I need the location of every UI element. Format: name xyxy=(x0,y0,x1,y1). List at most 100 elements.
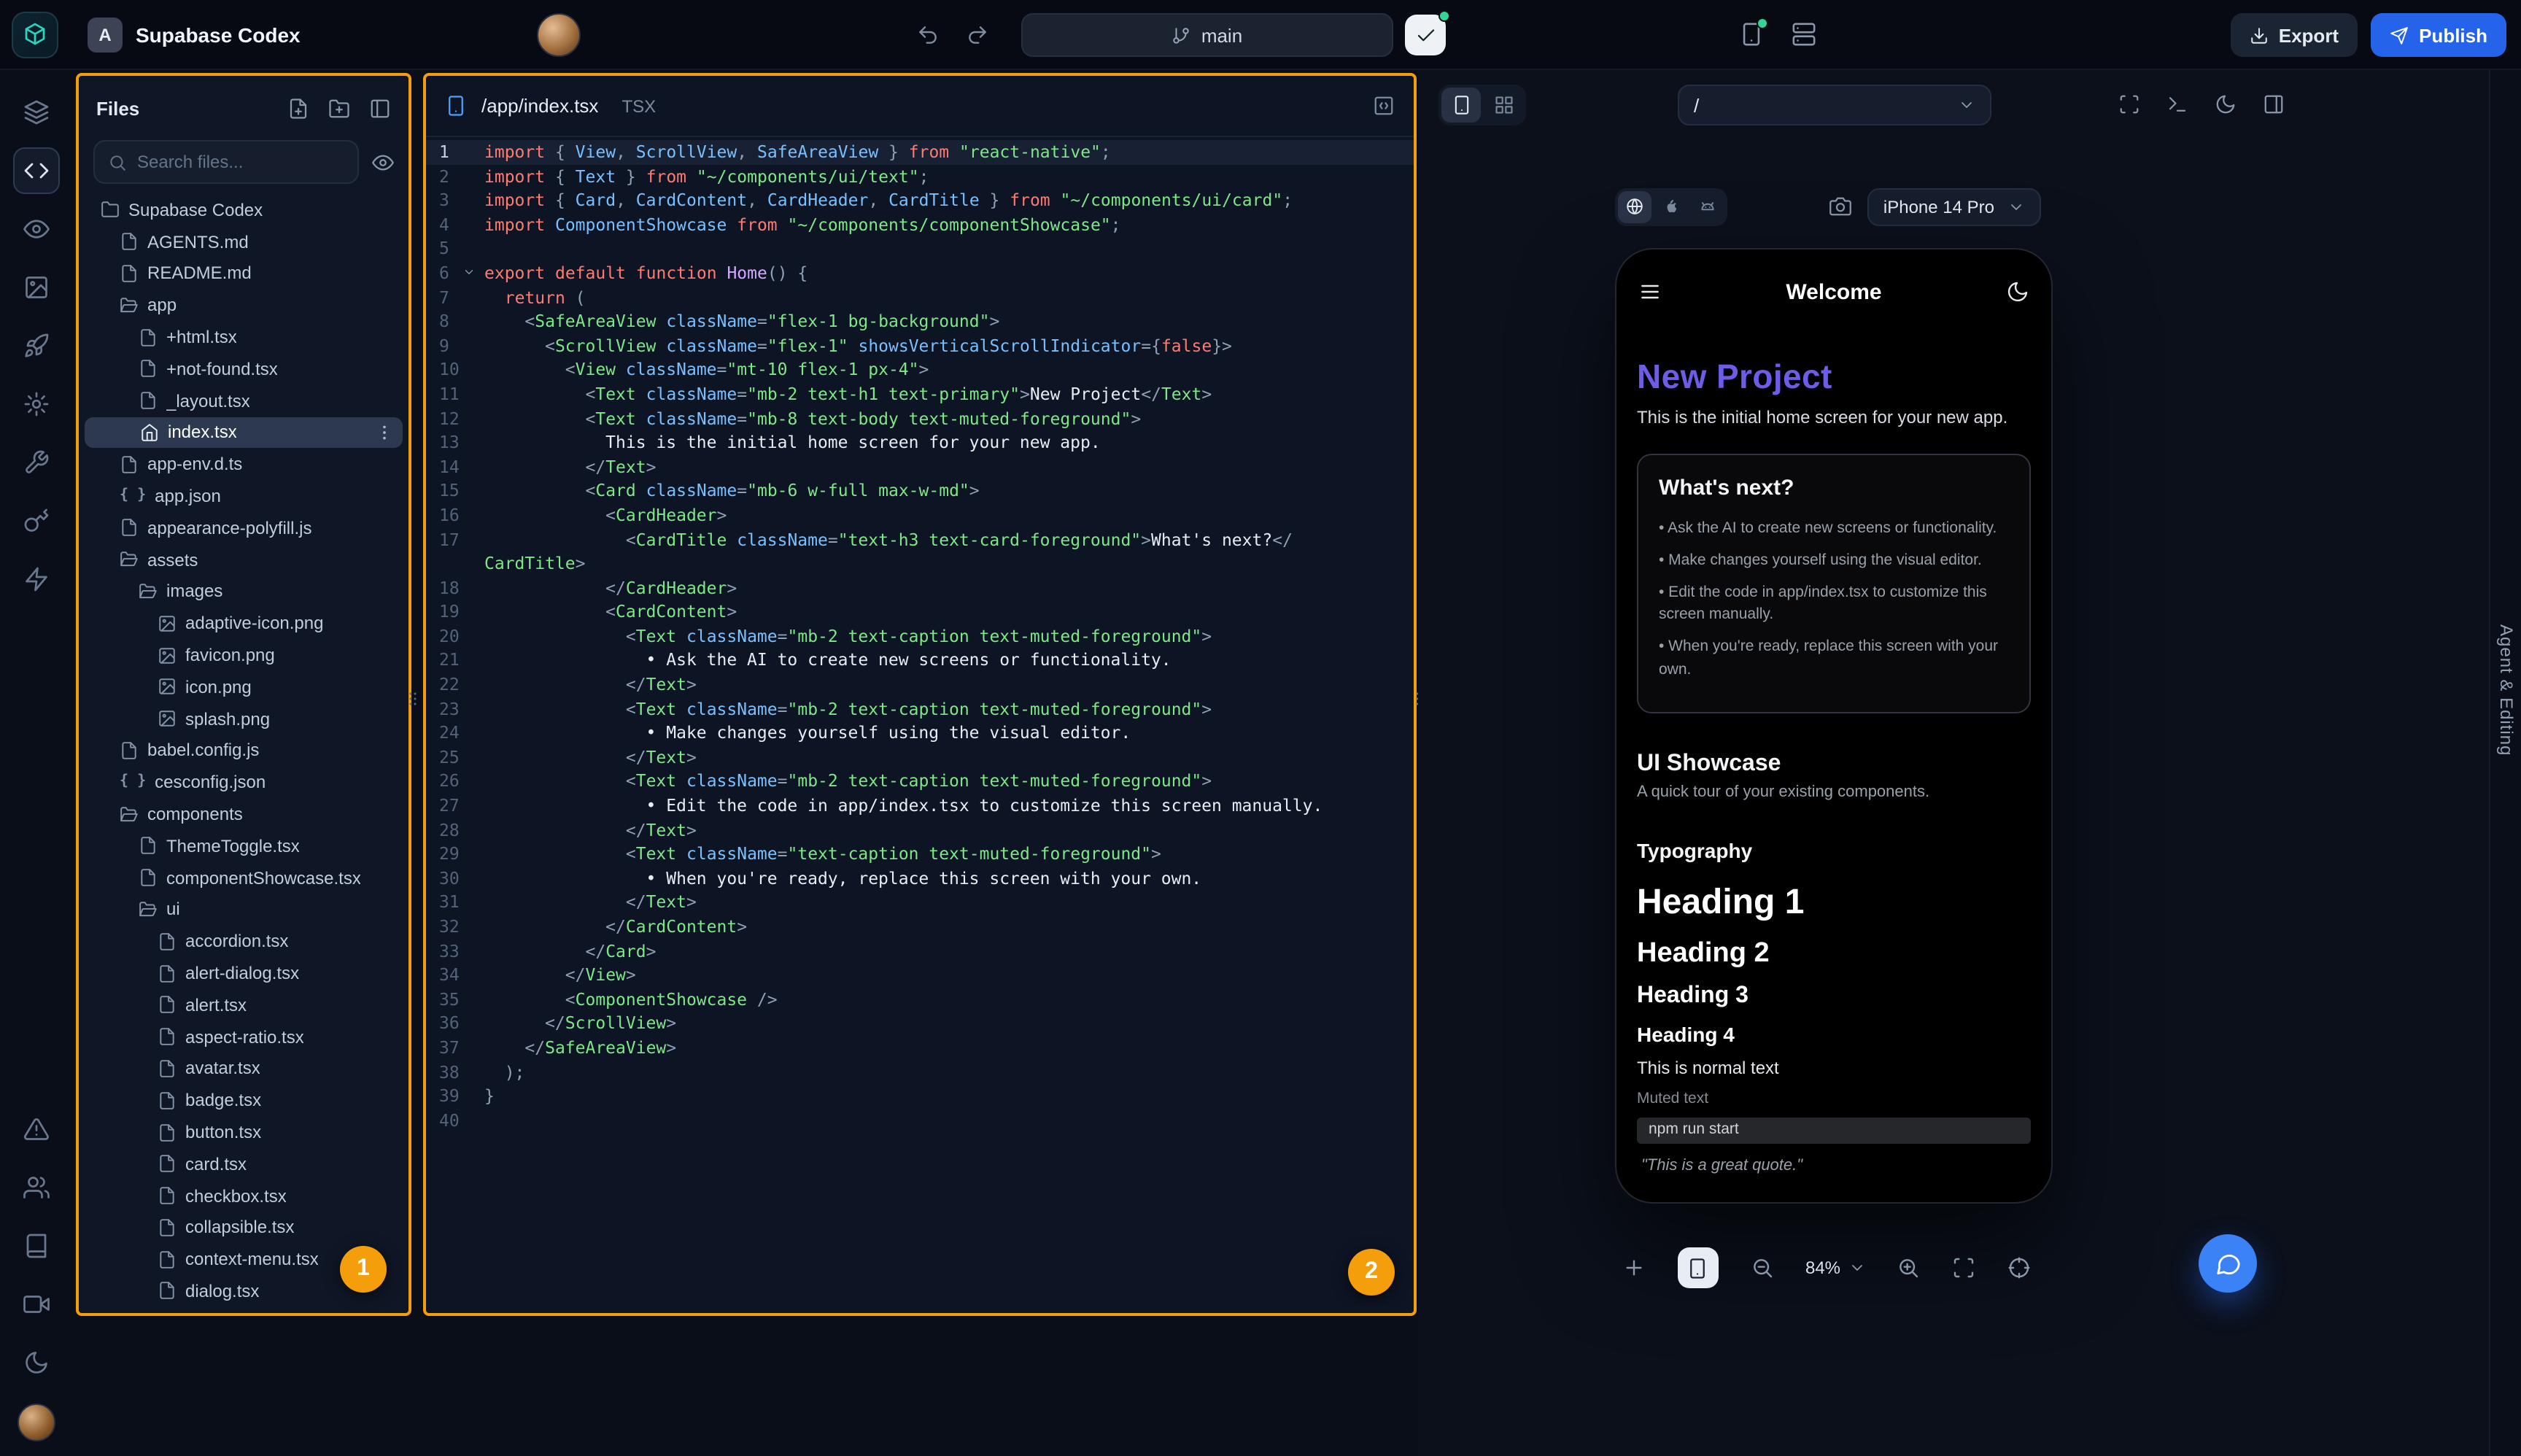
fold-chevron-icon[interactable] xyxy=(462,266,476,279)
code-line[interactable]: 34 </View> xyxy=(426,963,1414,987)
file-tree-item[interactable]: app xyxy=(79,290,408,322)
code-line[interactable]: 4import ComponentShowcase from "~/compon… xyxy=(426,213,1414,237)
file-tree-item[interactable]: adaptive-icon.png xyxy=(79,608,408,640)
file-tree-item[interactable]: avatar.tsx xyxy=(79,1053,408,1085)
code-line[interactable]: 26 <Text className="mb-2 text-caption te… xyxy=(426,770,1414,794)
code-line[interactable]: 27 • Edit the code in app/index.tsx to c… xyxy=(426,794,1414,818)
code-line[interactable]: 19 <CardContent> xyxy=(426,600,1414,624)
android-platform-button[interactable] xyxy=(1691,190,1724,222)
branch-selector[interactable]: main xyxy=(1021,13,1393,57)
file-tree-item[interactable]: { }app.json xyxy=(79,480,408,512)
code-line[interactable]: 40 xyxy=(426,1109,1414,1133)
code-line[interactable]: 21 • Ask the AI to create new screens or… xyxy=(426,648,1414,673)
phone-view-button[interactable] xyxy=(1441,88,1481,123)
collapse-right-panel-icon[interactable] xyxy=(2263,93,2285,115)
device-select[interactable]: iPhone 14 Pro xyxy=(1867,187,2041,225)
code-line[interactable]: 35 <ComponentShowcase /> xyxy=(426,988,1414,1012)
code-line[interactable]: 29 <Text className="text-caption text-mu… xyxy=(426,842,1414,866)
screenshot-icon[interactable] xyxy=(1829,195,1851,217)
code-line[interactable]: 13 This is the initial home screen for y… xyxy=(426,430,1414,454)
app-logo-icon[interactable] xyxy=(12,12,58,58)
agent-editing-strip[interactable]: Agent & Editing xyxy=(2489,70,2521,1456)
route-selector[interactable]: / xyxy=(1678,85,1991,125)
publish-button[interactable]: Publish xyxy=(2371,13,2506,57)
file-tree-item[interactable]: ui xyxy=(79,894,408,926)
file-tree-item[interactable]: +not-found.tsx xyxy=(79,353,408,385)
file-tree-item[interactable]: babel.config.js xyxy=(79,735,408,767)
code-line[interactable]: 20 <Text className="mb-2 text-caption te… xyxy=(426,624,1414,648)
rail-wrench-button[interactable] xyxy=(13,439,60,486)
file-tree-item[interactable]: appearance-polyfill.js xyxy=(79,512,408,544)
file-tree-item[interactable]: card.tsx xyxy=(79,1148,408,1180)
chat-fab-button[interactable] xyxy=(2199,1234,2257,1293)
zoom-level-select[interactable]: 84% xyxy=(1805,1258,1865,1278)
redo-icon[interactable] xyxy=(966,23,989,47)
code-line[interactable]: 24 • Make changes yourself using the vis… xyxy=(426,721,1414,746)
file-tree-item[interactable]: assets xyxy=(79,544,408,576)
code-line[interactable]: 22 </Text> xyxy=(426,673,1414,697)
code-line[interactable]: 3import { Card, CardContent, CardHeader,… xyxy=(426,188,1414,212)
code-line[interactable]: 31 </Text> xyxy=(426,891,1414,915)
file-tree-item[interactable]: componentShowcase.tsx xyxy=(79,861,408,894)
code-line[interactable]: 30 • When you're ready, replace this scr… xyxy=(426,867,1414,891)
ios-platform-button[interactable] xyxy=(1654,190,1688,222)
menu-icon[interactable] xyxy=(1638,280,1662,303)
rail-image-button[interactable] xyxy=(13,264,60,311)
code-line[interactable]: 36 </ScrollView> xyxy=(426,1012,1414,1036)
grid-view-button[interactable] xyxy=(1484,88,1523,123)
code-line[interactable]: 16 <CardHeader> xyxy=(426,503,1414,527)
file-tree-item[interactable]: icon.png xyxy=(79,671,408,703)
rail-book-button[interactable] xyxy=(13,1223,60,1269)
file-tree-item[interactable]: button.tsx xyxy=(79,1116,408,1148)
file-tree-item[interactable]: alert.tsx xyxy=(79,989,408,1021)
file-tree-item[interactable]: +html.tsx xyxy=(79,321,408,353)
center-view-button[interactable] xyxy=(2007,1256,2031,1279)
code-line[interactable]: 32 </CardContent> xyxy=(426,915,1414,939)
rail-code-button[interactable] xyxy=(13,147,60,194)
rail-gear-button[interactable] xyxy=(13,381,60,427)
code-line[interactable]: 28 </Text> xyxy=(426,818,1414,842)
file-tree-item[interactable]: components xyxy=(79,798,408,830)
file-tree-item[interactable]: Supabase Codex xyxy=(79,194,408,226)
file-tree-item[interactable]: collapsible.tsx xyxy=(79,1212,408,1244)
rail-user-avatar[interactable] xyxy=(18,1403,55,1441)
code-line[interactable]: 14 </Text> xyxy=(426,454,1414,479)
file-tree-item[interactable]: accordion.tsx xyxy=(79,926,408,958)
file-tree-item[interactable]: alert-dialog.tsx xyxy=(79,957,408,989)
file-tree-item[interactable]: app-env.d.ts xyxy=(79,449,408,481)
layout-panels-button[interactable] xyxy=(1792,22,1816,54)
zoom-in-button[interactable] xyxy=(1897,1256,1921,1279)
project-avatar[interactable]: A xyxy=(88,18,123,53)
fit-screen-button[interactable] xyxy=(1952,1256,1975,1279)
code-line[interactable]: 17 <CardTitle className="text-h3 text-ca… xyxy=(426,527,1414,576)
code-line[interactable]: 37 </SafeAreaView> xyxy=(426,1036,1414,1060)
device-mode-button[interactable] xyxy=(1678,1247,1719,1288)
file-tree-item[interactable]: { }cesconfig.json xyxy=(79,767,408,799)
rail-eye-button[interactable] xyxy=(13,206,60,252)
file-tree-item[interactable]: favicon.png xyxy=(79,639,408,671)
file-tree-item[interactable]: _layout.tsx xyxy=(79,385,408,417)
file-tree-item[interactable]: aspect-ratio.tsx xyxy=(79,1021,408,1053)
panel-resize-handle[interactable] xyxy=(403,684,423,713)
undo-icon[interactable] xyxy=(916,23,940,47)
code-line[interactable]: 23 <Text className="mb-2 text-caption te… xyxy=(426,697,1414,721)
code-line[interactable]: 38 ); xyxy=(426,1060,1414,1084)
code-line[interactable]: 33 </Card> xyxy=(426,939,1414,963)
code-line[interactable]: 8 <SafeAreaView className="flex-1 bg-bac… xyxy=(426,309,1414,333)
code-line[interactable]: 10 <View className="mt-10 flex-1 px-4"> xyxy=(426,358,1414,382)
code-line[interactable]: 11 <Text className="mb-2 text-h1 text-pr… xyxy=(426,382,1414,406)
code-lines[interactable]: 1import { View, ScrollView, SafeAreaView… xyxy=(426,137,1414,1313)
code-line[interactable]: 9 <ScrollView className="flex-1" showsVe… xyxy=(426,334,1414,358)
dark-mode-icon[interactable] xyxy=(2215,93,2237,115)
zoom-out-button[interactable] xyxy=(1750,1256,1773,1279)
toggle-hidden-files-icon[interactable] xyxy=(372,151,394,173)
file-tree-item[interactable]: badge.tsx xyxy=(79,1085,408,1117)
add-screen-button[interactable] xyxy=(1622,1256,1646,1279)
code-line[interactable]: 15 <Card className="mb-6 w-full max-w-md… xyxy=(426,479,1414,503)
code-line[interactable]: 25 </Text> xyxy=(426,746,1414,770)
rail-alert-button[interactable] xyxy=(13,1106,60,1153)
file-tree-item[interactable]: images xyxy=(79,576,408,608)
rail-video-button[interactable] xyxy=(13,1281,60,1328)
rail-moon-button[interactable] xyxy=(13,1339,60,1386)
code-line[interactable]: 1import { View, ScrollView, SafeAreaView… xyxy=(426,140,1414,164)
